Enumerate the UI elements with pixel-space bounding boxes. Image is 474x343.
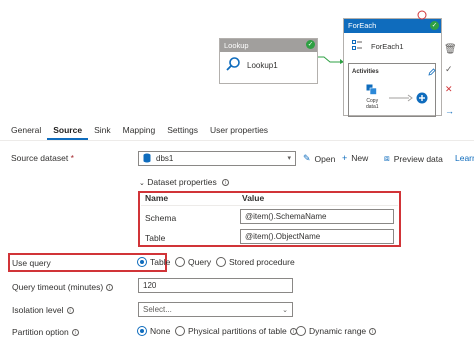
- radio-unselected-icon: [175, 257, 185, 267]
- lookup-success-icon: ✓: [306, 40, 315, 49]
- use-query-label: Use query: [12, 258, 51, 268]
- foreach-activity[interactable]: ForEach ForEach1 Activities Copy data1: [343, 18, 442, 117]
- radio-partition-none[interactable]: None: [137, 326, 170, 336]
- plus-icon: +: [342, 153, 348, 163]
- query-timeout-label: Query timeout (minutes) i: [12, 282, 114, 292]
- radio-unselected-icon: [296, 326, 306, 336]
- chevron-down-icon: ⌄: [139, 180, 145, 187]
- radio-table[interactable]: Table: [137, 257, 170, 267]
- source-dataset-value: dbs1: [156, 154, 174, 163]
- radio-dynamic-range[interactable]: Dynamic range i: [296, 326, 377, 336]
- checkmark-icon[interactable]: ✓: [445, 64, 453, 75]
- tab-user-properties[interactable]: User properties: [204, 120, 274, 140]
- partition-option-label: Partition option i: [12, 327, 79, 337]
- database-icon: [143, 153, 151, 165]
- tab-settings[interactable]: Settings: [161, 120, 204, 140]
- info-icon: i: [71, 329, 79, 336]
- chevron-down-icon: ⌄: [282, 307, 288, 314]
- property-name-table: Table: [145, 233, 166, 243]
- radio-physical-partitions[interactable]: Physical partitions of table i: [175, 326, 297, 336]
- activities-label: Activities: [352, 69, 379, 75]
- radio-query[interactable]: Query: [175, 257, 211, 267]
- isolation-level-label: Isolation level i: [12, 305, 74, 315]
- info-icon: i: [222, 179, 230, 186]
- source-dataset-label: Source dataset *: [11, 153, 74, 163]
- learn-more-link[interactable]: Learn: [455, 153, 474, 163]
- radio-unselected-icon: [216, 257, 226, 267]
- radio-selected-icon: [137, 257, 147, 267]
- property-name-schema: Schema: [145, 213, 177, 223]
- pipeline-canvas: Lookup Lookup1 ✓ ForEach ForEach1 Activi…: [0, 0, 474, 117]
- tab-general[interactable]: General: [0, 120, 47, 140]
- preview-icon: ⧈: [384, 153, 390, 163]
- copy-data-icon: [366, 84, 377, 97]
- info-icon: i: [66, 307, 74, 314]
- isolation-level-dropdown[interactable]: Select... ⌄: [138, 302, 293, 317]
- properties-tab-bar: General Source Sink Mapping Settings Use…: [0, 120, 474, 141]
- pencil-icon: ✎: [303, 153, 311, 163]
- dataset-properties-toggle[interactable]: ⌄ Dataset properties i: [139, 177, 230, 187]
- info-icon: i: [106, 284, 114, 291]
- foreach-icon: [352, 40, 362, 52]
- info-icon: i: [369, 327, 377, 335]
- query-timeout-input[interactable]: 120: [138, 278, 293, 293]
- radio-stored-procedure[interactable]: Stored procedure: [216, 257, 295, 267]
- success-connector: [318, 56, 344, 64]
- foreach-activity-name: ForEach1: [371, 41, 404, 51]
- radio-selected-icon: [137, 326, 147, 336]
- error-x-icon[interactable]: ✕: [445, 84, 453, 95]
- magnifier-icon: [225, 56, 241, 74]
- lookup-activity-name: Lookup1: [247, 60, 278, 70]
- schema-value-input[interactable]: @item().SchemaName: [240, 209, 394, 224]
- status-ring-icon: [417, 10, 427, 22]
- delete-icon[interactable]: 🗑: [444, 44, 457, 55]
- new-dataset-button[interactable]: + New: [342, 153, 368, 163]
- name-column-header: Name: [145, 193, 169, 203]
- arrow-right-icon[interactable]: →: [445, 106, 454, 116]
- foreach-success-icon: ✓: [430, 21, 439, 30]
- radio-unselected-icon: [175, 326, 185, 336]
- add-activity-icon[interactable]: [416, 92, 428, 106]
- lookup-activity[interactable]: Lookup Lookup1: [219, 38, 318, 84]
- preview-data-button[interactable]: ⧈ Preview data: [384, 153, 443, 164]
- source-dataset-select[interactable]: dbs1 ▾: [138, 151, 296, 166]
- activities-container[interactable]: Activities Copy data1: [348, 63, 436, 117]
- copy-data-label: Copy data1: [366, 98, 379, 110]
- value-column-header: Value: [242, 193, 265, 203]
- tab-source[interactable]: Source: [47, 120, 89, 140]
- arrow-icon: [389, 94, 413, 102]
- header-divider: [141, 205, 398, 206]
- edit-pencil-icon[interactable]: [428, 68, 436, 78]
- chevron-down-icon: ▾: [287, 155, 291, 162]
- lookup-activity-type: Lookup: [220, 39, 317, 52]
- tab-mapping[interactable]: Mapping: [117, 120, 162, 140]
- tab-sink[interactable]: Sink: [88, 120, 117, 140]
- table-value-input[interactable]: @item().ObjectName: [240, 229, 394, 244]
- open-dataset-button[interactable]: ✎ Open: [303, 153, 335, 164]
